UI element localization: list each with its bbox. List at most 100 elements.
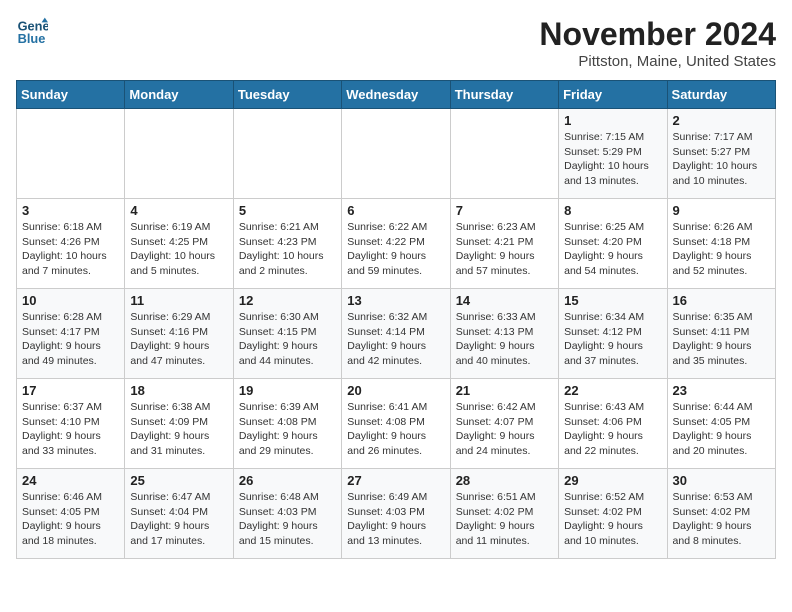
svg-text:Blue: Blue bbox=[18, 31, 46, 46]
calendar-cell: 21Sunrise: 6:42 AM Sunset: 4:07 PM Dayli… bbox=[450, 379, 558, 469]
day-info: Sunrise: 6:25 AM Sunset: 4:20 PM Dayligh… bbox=[564, 220, 661, 279]
calendar-cell: 30 Sunrise: 6:53 AM Sunset: 4:02 PM Dayli… bbox=[667, 469, 775, 559]
calendar-cell: 17 Sunrise: 6:37 AM Sunset: 4:10 PM Dayli… bbox=[17, 379, 125, 469]
day-info: Sunrise: 7:15 AM Sunset: 5:29 PM Dayligh… bbox=[564, 130, 661, 189]
calendar-week-row: 3 Sunrise: 6:18 AM Sunset: 4:26 PM Daylig… bbox=[17, 199, 776, 289]
calendar-cell: 24Sunrise: 6:46 AM Sunset: 4:05 PM Dayli… bbox=[17, 469, 125, 559]
day-info: Sunrise: 6:44 AM Sunset: 4:05 PM Dayligh… bbox=[673, 400, 770, 459]
day-info: Sunrise: 6:49 AM Sunset: 4:03 PM Dayligh… bbox=[347, 490, 444, 549]
day-number: 11 bbox=[130, 293, 227, 308]
day-info: Sunrise: 6:18 AM Sunset: 4:26 PM Dayligh… bbox=[22, 220, 119, 279]
calendar-cell: 10 Sunrise: 6:28 AM Sunset: 4:17 PM Dayli… bbox=[17, 289, 125, 379]
day-info: Sunrise: 6:38 AM Sunset: 4:09 PM Dayligh… bbox=[130, 400, 227, 459]
day-number: 1 bbox=[564, 113, 661, 128]
day-number: 16 bbox=[673, 293, 770, 308]
calendar-cell: 20 Sunrise: 6:41 AM Sunset: 4:08 PM Dayli… bbox=[342, 379, 450, 469]
calendar-cell: 8 Sunrise: 6:25 AM Sunset: 4:20 PM Daylig… bbox=[559, 199, 667, 289]
day-info: Sunrise: 6:52 AM Sunset: 4:02 PM Dayligh… bbox=[564, 490, 661, 549]
calendar-cell: 9 Sunrise: 6:26 AM Sunset: 4:18 PM Daylig… bbox=[667, 199, 775, 289]
day-info: Sunrise: 6:22 AM Sunset: 4:22 PM Dayligh… bbox=[347, 220, 444, 279]
day-number: 28 bbox=[456, 473, 553, 488]
calendar-body: 1 Sunrise: 7:15 AM Sunset: 5:29 PM Daylig… bbox=[17, 109, 776, 559]
day-number: 3 bbox=[22, 203, 119, 218]
day-info: Sunrise: 6:21 AM Sunset: 4:23 PM Dayligh… bbox=[239, 220, 336, 279]
day-number: 19 bbox=[239, 383, 336, 398]
calendar-cell bbox=[450, 109, 558, 199]
day-info: Sunrise: 6:46 AM Sunset: 4:05 PM Dayligh… bbox=[22, 490, 119, 549]
day-info: Sunrise: 6:32 AM Sunset: 4:14 PM Dayligh… bbox=[347, 310, 444, 369]
day-info: Sunrise: 6:53 AM Sunset: 4:02 PM Dayligh… bbox=[673, 490, 770, 549]
day-info: Sunrise: 6:28 AM Sunset: 4:17 PM Dayligh… bbox=[22, 310, 119, 369]
day-number: 17 bbox=[22, 383, 119, 398]
day-info: Sunrise: 6:48 AM Sunset: 4:03 PM Dayligh… bbox=[239, 490, 336, 549]
calendar-cell: 28 Sunrise: 6:51 AM Sunset: 4:02 PM Dayli… bbox=[450, 469, 558, 559]
calendar-cell bbox=[342, 109, 450, 199]
day-number: 12 bbox=[239, 293, 336, 308]
day-info: Sunrise: 6:47 AM Sunset: 4:04 PM Dayligh… bbox=[130, 490, 227, 549]
calendar-cell: 23 Sunrise: 6:44 AM Sunset: 4:05 PM Dayli… bbox=[667, 379, 775, 469]
calendar-cell: 13 Sunrise: 6:32 AM Sunset: 4:14 PM Dayli… bbox=[342, 289, 450, 379]
day-number: 15 bbox=[564, 293, 661, 308]
day-info: Sunrise: 6:26 AM Sunset: 4:18 PM Dayligh… bbox=[673, 220, 770, 279]
day-info: Sunrise: 6:51 AM Sunset: 4:02 PM Dayligh… bbox=[456, 490, 553, 549]
day-number: 27 bbox=[347, 473, 444, 488]
day-info: Sunrise: 6:19 AM Sunset: 4:25 PM Dayligh… bbox=[130, 220, 227, 279]
calendar-cell: 12 Sunrise: 6:30 AM Sunset: 4:15 PM Dayli… bbox=[233, 289, 341, 379]
day-number: 6 bbox=[347, 203, 444, 218]
title-block: November 2024 Pittston, Maine, United St… bbox=[539, 16, 776, 70]
day-info: Sunrise: 6:43 AM Sunset: 4:06 PM Dayligh… bbox=[564, 400, 661, 459]
day-number: 13 bbox=[347, 293, 444, 308]
calendar-cell bbox=[233, 109, 341, 199]
calendar-week-row: 10 Sunrise: 6:28 AM Sunset: 4:17 PM Dayli… bbox=[17, 289, 776, 379]
day-header: Thursday bbox=[450, 81, 558, 109]
day-number: 10 bbox=[22, 293, 119, 308]
calendar-cell: 27 Sunrise: 6:49 AM Sunset: 4:03 PM Dayli… bbox=[342, 469, 450, 559]
calendar-table: SundayMondayTuesdayWednesdayThursdayFrid… bbox=[16, 80, 776, 559]
day-info: Sunrise: 6:30 AM Sunset: 4:15 PM Dayligh… bbox=[239, 310, 336, 369]
day-number: 9 bbox=[673, 203, 770, 218]
day-number: 14 bbox=[456, 293, 553, 308]
day-info: Sunrise: 6:41 AM Sunset: 4:08 PM Dayligh… bbox=[347, 400, 444, 459]
day-number: 5 bbox=[239, 203, 336, 218]
calendar-cell: 6 Sunrise: 6:22 AM Sunset: 4:22 PM Daylig… bbox=[342, 199, 450, 289]
location: Pittston, Maine, United States bbox=[539, 53, 776, 70]
day-info: Sunrise: 6:37 AM Sunset: 4:10 PM Dayligh… bbox=[22, 400, 119, 459]
day-info: Sunrise: 6:39 AM Sunset: 4:08 PM Dayligh… bbox=[239, 400, 336, 459]
day-number: 7 bbox=[456, 203, 553, 218]
day-header: Wednesday bbox=[342, 81, 450, 109]
month-title: November 2024 bbox=[539, 16, 776, 53]
calendar-cell: 29Sunrise: 6:52 AM Sunset: 4:02 PM Dayli… bbox=[559, 469, 667, 559]
day-number: 23 bbox=[673, 383, 770, 398]
day-number: 8 bbox=[564, 203, 661, 218]
calendar-cell: 18 Sunrise: 6:38 AM Sunset: 4:09 PM Dayli… bbox=[125, 379, 233, 469]
calendar-cell: 15Sunrise: 6:34 AM Sunset: 4:12 PM Dayli… bbox=[559, 289, 667, 379]
day-number: 20 bbox=[347, 383, 444, 398]
calendar-week-row: 24Sunrise: 6:46 AM Sunset: 4:05 PM Dayli… bbox=[17, 469, 776, 559]
day-header: Saturday bbox=[667, 81, 775, 109]
day-header: Monday bbox=[125, 81, 233, 109]
day-info: Sunrise: 6:23 AM Sunset: 4:21 PM Dayligh… bbox=[456, 220, 553, 279]
day-number: 21 bbox=[456, 383, 553, 398]
calendar-cell: 14Sunrise: 6:33 AM Sunset: 4:13 PM Dayli… bbox=[450, 289, 558, 379]
calendar-cell: 3 Sunrise: 6:18 AM Sunset: 4:26 PM Daylig… bbox=[17, 199, 125, 289]
calendar-cell: 2 Sunrise: 7:17 AM Sunset: 5:27 PM Daylig… bbox=[667, 109, 775, 199]
day-number: 18 bbox=[130, 383, 227, 398]
day-number: 4 bbox=[130, 203, 227, 218]
day-info: Sunrise: 7:17 AM Sunset: 5:27 PM Dayligh… bbox=[673, 130, 770, 189]
calendar-cell bbox=[125, 109, 233, 199]
day-number: 25 bbox=[130, 473, 227, 488]
calendar-cell: 11 Sunrise: 6:29 AM Sunset: 4:16 PM Dayli… bbox=[125, 289, 233, 379]
day-number: 26 bbox=[239, 473, 336, 488]
day-info: Sunrise: 6:29 AM Sunset: 4:16 PM Dayligh… bbox=[130, 310, 227, 369]
calendar-cell: 1 Sunrise: 7:15 AM Sunset: 5:29 PM Daylig… bbox=[559, 109, 667, 199]
day-header: Sunday bbox=[17, 81, 125, 109]
day-number: 2 bbox=[673, 113, 770, 128]
calendar-header-row: SundayMondayTuesdayWednesdayThursdayFrid… bbox=[17, 81, 776, 109]
logo: General Blue bbox=[16, 16, 48, 48]
calendar-cell: 26 Sunrise: 6:48 AM Sunset: 4:03 PM Dayli… bbox=[233, 469, 341, 559]
calendar-week-row: 1 Sunrise: 7:15 AM Sunset: 5:29 PM Daylig… bbox=[17, 109, 776, 199]
day-header: Friday bbox=[559, 81, 667, 109]
day-number: 30 bbox=[673, 473, 770, 488]
calendar-week-row: 17 Sunrise: 6:37 AM Sunset: 4:10 PM Dayli… bbox=[17, 379, 776, 469]
day-number: 22 bbox=[564, 383, 661, 398]
